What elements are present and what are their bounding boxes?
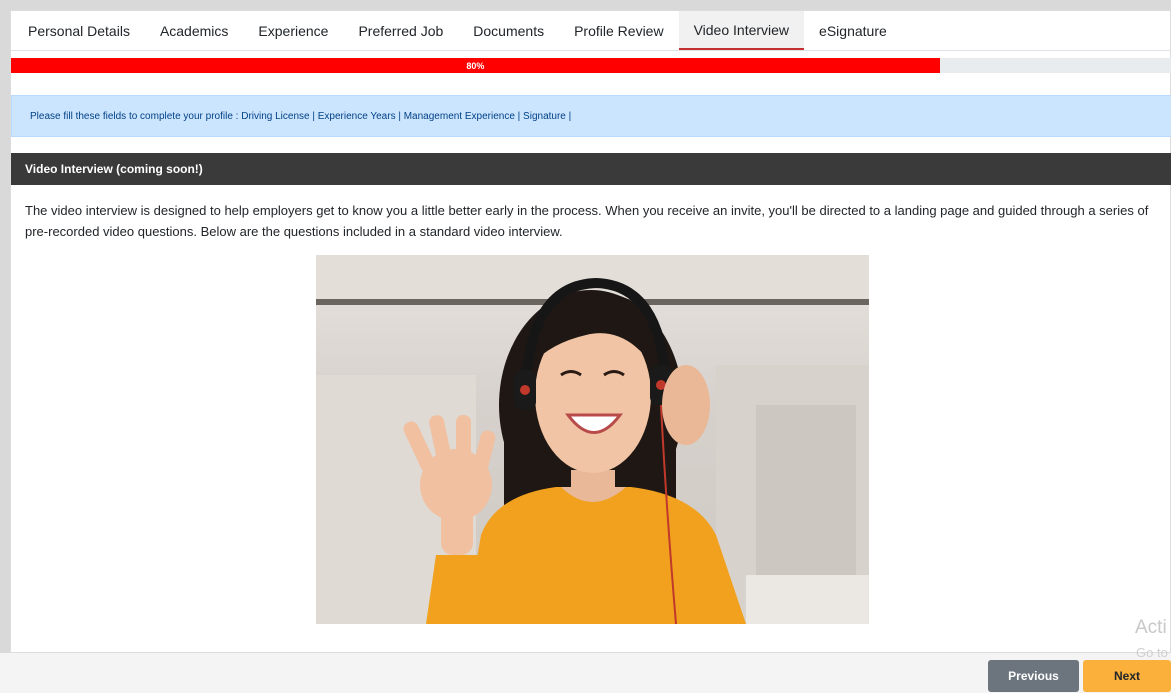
tab-personal-details[interactable]: Personal Details	[13, 11, 145, 50]
tab-academics[interactable]: Academics	[145, 11, 243, 50]
tab-preferred-job[interactable]: Preferred Job	[343, 11, 458, 50]
video-interview-image	[316, 255, 869, 624]
profile-progress-bar: 80%	[11, 58, 1171, 73]
woman-waving-illustration	[316, 255, 869, 624]
activation-watermark: Acti	[1135, 617, 1167, 638]
section-description: The video interview is designed to help …	[25, 203, 1149, 239]
previous-button[interactable]: Previous	[988, 660, 1079, 692]
section-title: Video Interview (coming soon!)	[25, 162, 203, 176]
next-button[interactable]: Next	[1083, 660, 1171, 692]
tab-documents[interactable]: Documents	[458, 11, 559, 50]
tab-experience[interactable]: Experience	[243, 11, 343, 50]
alert-text: Please fill these fields to complete you…	[30, 110, 572, 122]
tab-esignature[interactable]: eSignature	[804, 11, 902, 50]
incomplete-profile-alert: Please fill these fields to complete you…	[11, 95, 1171, 137]
section-header: Video Interview (coming soon!)	[11, 153, 1171, 185]
tab-profile-review[interactable]: Profile Review	[559, 11, 678, 50]
tab-video-interview[interactable]: Video Interview	[678, 11, 805, 50]
progress-label: 80%	[466, 60, 485, 71]
activation-watermark-subtext: Go to	[1136, 645, 1168, 660]
progress-fill: 80%	[11, 58, 940, 73]
profile-tabs: Personal Details Academics Experience Pr…	[11, 11, 1171, 51]
profile-card: Personal Details Academics Experience Pr…	[10, 10, 1171, 653]
